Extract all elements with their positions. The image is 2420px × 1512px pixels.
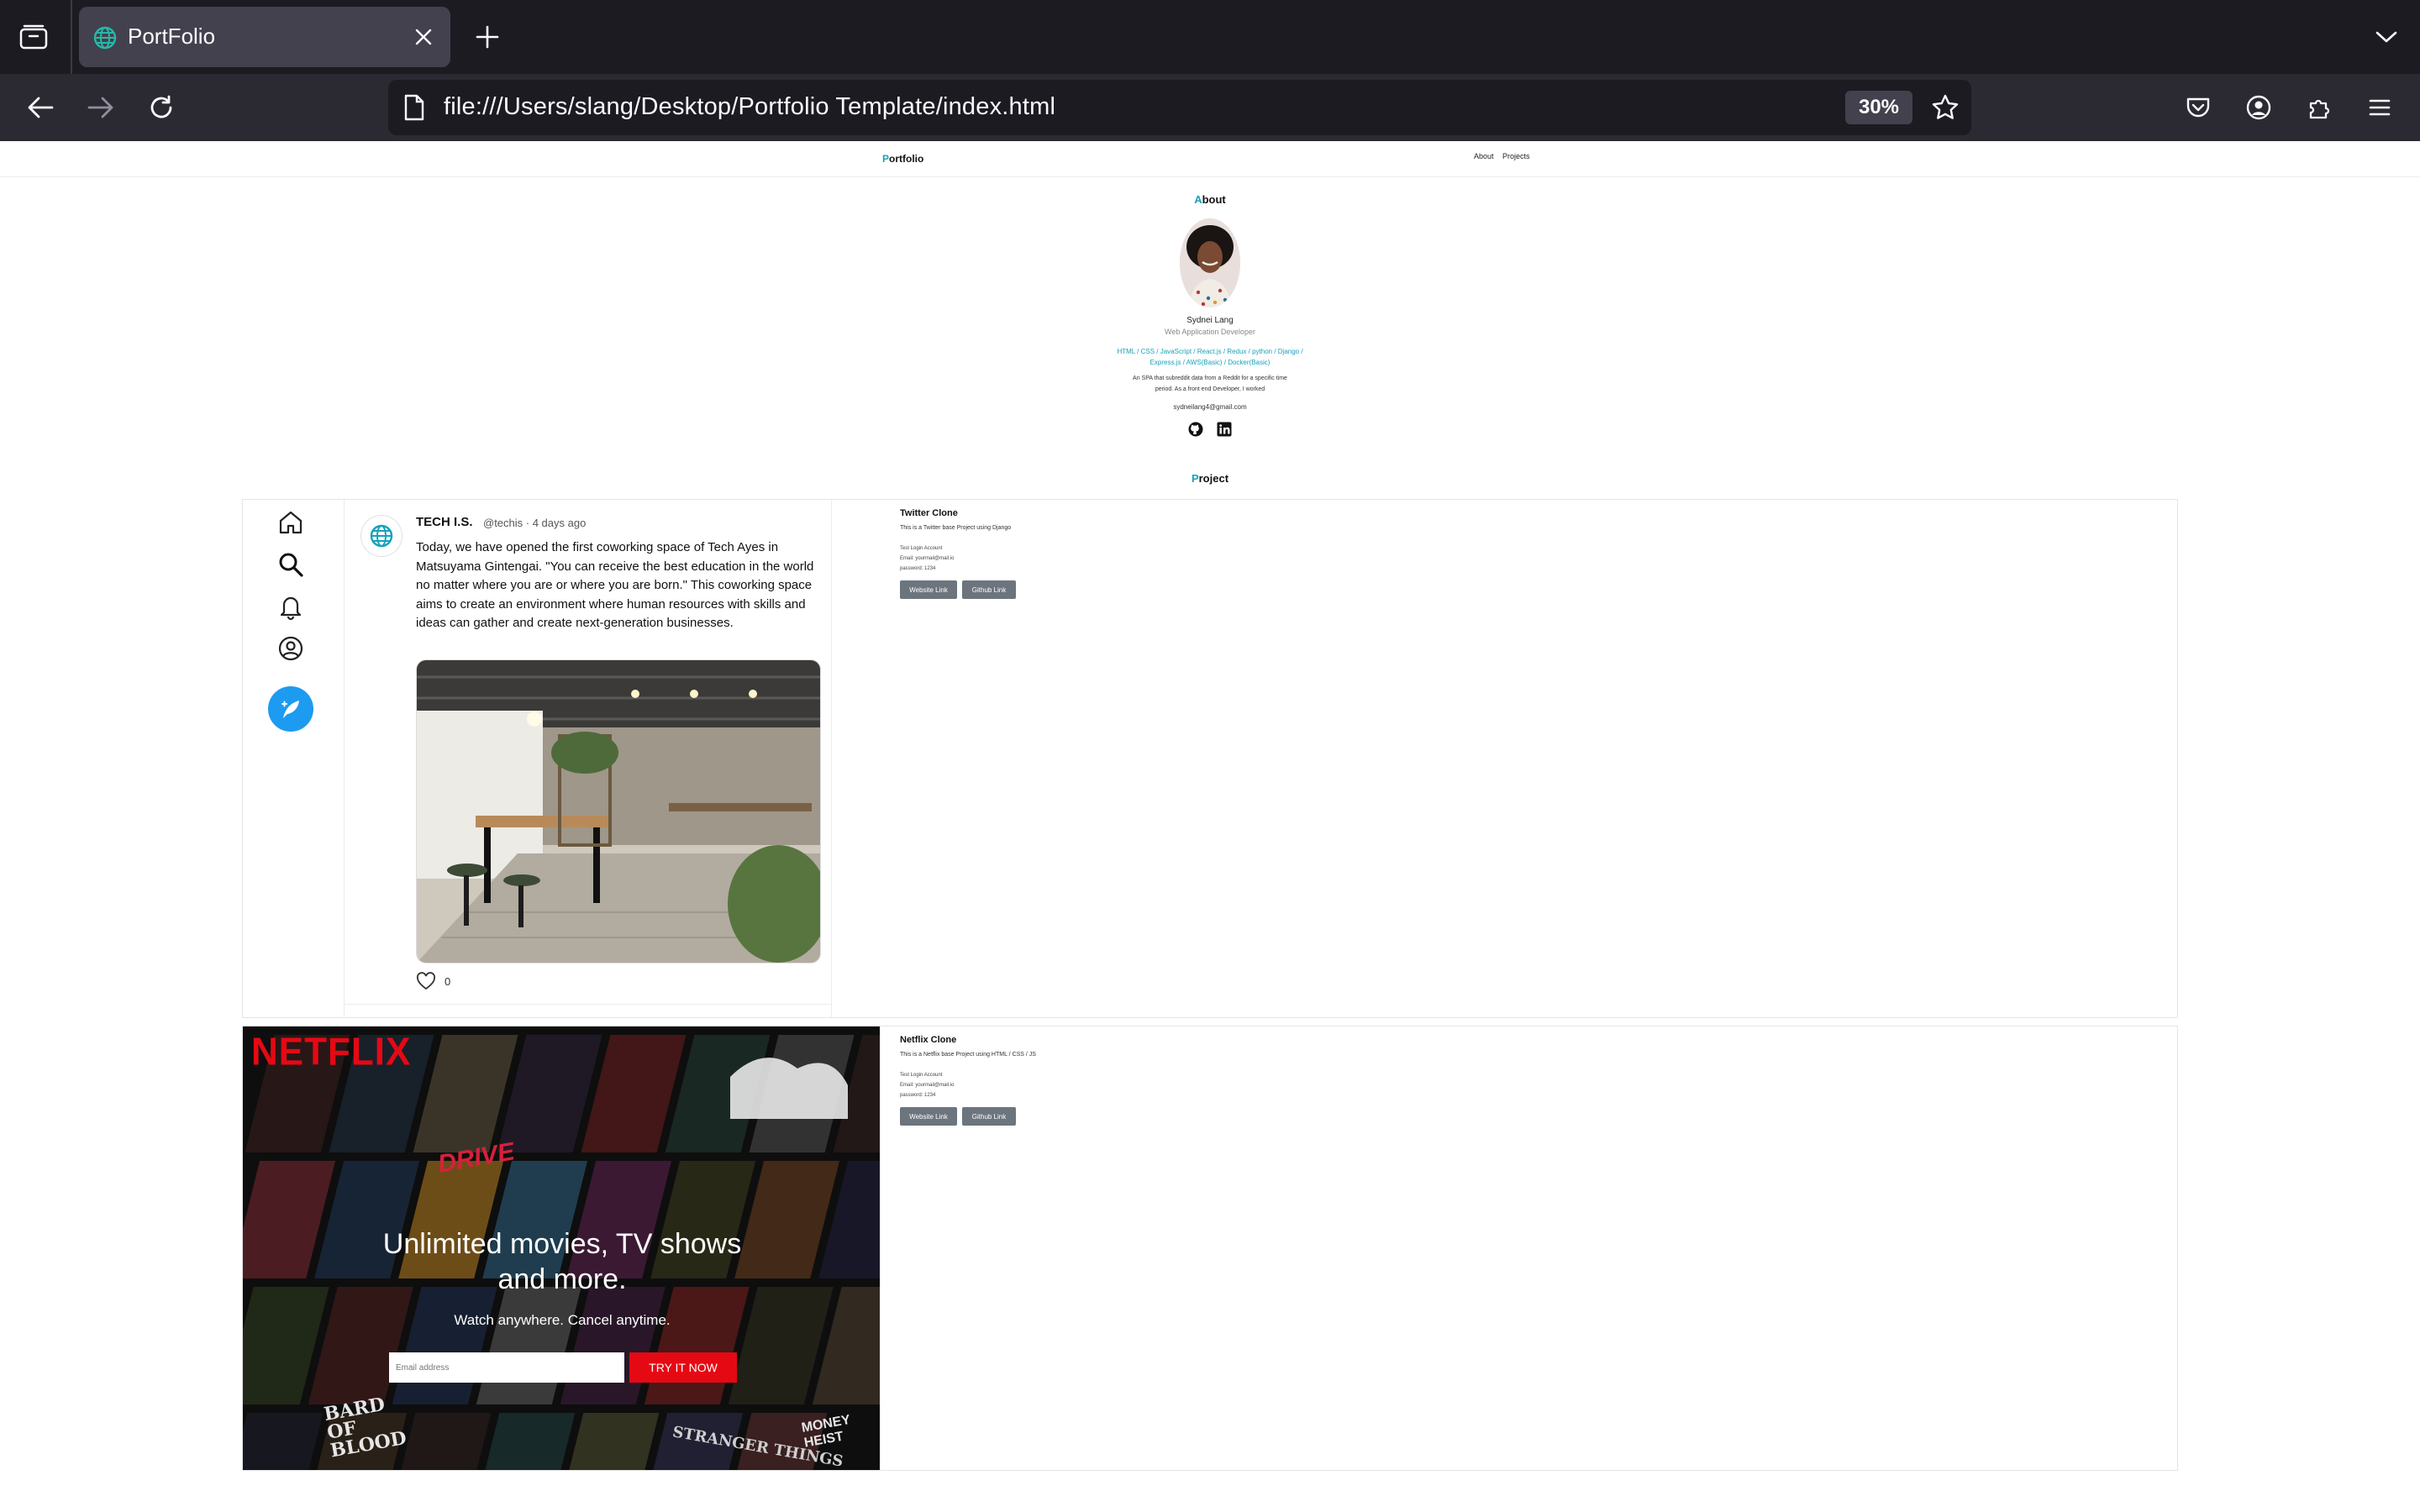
login-email: Email: yourmail@mail.io xyxy=(900,556,955,561)
netflix-logo: NETFLIX xyxy=(251,1030,412,1074)
project-title: Twitter Clone xyxy=(900,508,958,518)
bio-line: period. As a front end Developer, I work… xyxy=(1155,386,1265,392)
project-login-info: Test Login Account Email: yourmail@mail.… xyxy=(900,543,954,574)
site-logo[interactable]: Portfolio xyxy=(882,153,923,165)
home-icon xyxy=(276,508,305,537)
login-password: password: 1234 xyxy=(900,1093,936,1098)
bell-icon xyxy=(276,592,305,621)
feather-compose-icon xyxy=(268,686,313,732)
tweet-divider xyxy=(344,1004,831,1005)
project-card-twitter: TECH I.S. @techis · 4 days ago Today, we… xyxy=(242,499,2178,1018)
website-link-button[interactable]: Website Link xyxy=(900,580,957,599)
netflix-headline: Unlimited movies, TV shows and more. xyxy=(382,1228,742,1295)
file-icon xyxy=(403,94,430,121)
project-login-info: Test Login Account Email: yourmail@mail.… xyxy=(900,1070,954,1100)
tab-list-icon[interactable] xyxy=(15,18,52,55)
globe-icon xyxy=(92,25,118,50)
login-label: Test Login Account xyxy=(900,546,943,551)
star-icon[interactable] xyxy=(1928,90,1963,125)
puzzle-piece-icon[interactable] xyxy=(2301,89,2338,126)
poster-title: BARD OF BLOOD xyxy=(322,1393,408,1462)
project-card-netflix: NETFLIX DRIVE BARD OF BLOOD MONEY HEIST … xyxy=(242,1026,2178,1471)
twitter-feed: TECH I.S. @techis · 4 days ago Today, we… xyxy=(344,500,832,1017)
page-viewport: Portfolio About Projects About Sydnei La… xyxy=(0,143,2420,1512)
url-text[interactable]: file:///Users/slang/Desktop/Portfolio Te… xyxy=(444,93,1055,121)
tweet-handle: @techis · 4 days ago xyxy=(483,517,587,529)
netflix-preview-image: NETFLIX DRIVE BARD OF BLOOD MONEY HEIST … xyxy=(243,1026,880,1470)
forward-arrow-icon[interactable] xyxy=(81,87,121,128)
heart-icon xyxy=(416,972,436,990)
profile-skills: HTML / CSS / JavaScript / React.js / Red… xyxy=(1101,346,1319,368)
project-heading: Project xyxy=(1191,472,1229,485)
bio-line: An SPA that subreddit data from a Reddit… xyxy=(1133,375,1287,381)
profile-name: Sydnei Lang xyxy=(1186,316,1234,325)
profile-email: sydneilang4@gmail.com xyxy=(1173,403,1247,411)
profile-icon xyxy=(276,634,305,663)
project-description: This is a Netflix base Project using HTM… xyxy=(900,1052,1036,1058)
github-icon[interactable] xyxy=(1188,422,1203,437)
tab-separator xyxy=(71,0,72,74)
close-icon[interactable] xyxy=(408,22,439,52)
tab-title: PortFolio xyxy=(128,24,216,49)
login-label: Test Login Account xyxy=(900,1073,943,1078)
profile-role: Web Application Developer xyxy=(1165,328,1255,336)
like-count: 0 xyxy=(445,975,451,988)
login-email: Email: yourmail@mail.io xyxy=(900,1083,955,1088)
project-description: This is a Twitter base Project using Dja… xyxy=(900,525,1012,531)
project-title: Netflix Clone xyxy=(900,1035,957,1045)
back-arrow-icon[interactable] xyxy=(20,87,60,128)
skills-line: HTML / CSS / JavaScript / React.js / Red… xyxy=(1117,348,1303,355)
login-password: password: 1234 xyxy=(900,566,936,571)
tab-bar: PortFolio xyxy=(0,0,2420,74)
account-icon[interactable] xyxy=(2240,89,2277,126)
profile-bio: An SPA that subreddit data from a Reddit… xyxy=(1109,373,1311,395)
skills-line: Express.js / AWS(Basic) / Docker(Basic) xyxy=(1150,359,1270,366)
globe-icon xyxy=(360,515,402,557)
twitter-preview-image: TECH I.S. @techis · 4 days ago Today, we… xyxy=(243,500,832,1017)
browser-chrome: PortFolio file:///Users/slang/Desktop/Po… xyxy=(0,0,2420,141)
plus-icon[interactable] xyxy=(469,18,506,55)
about-heading: About xyxy=(1194,193,1226,206)
search-icon xyxy=(276,550,305,579)
tweet-text: Today, we have opened the first coworkin… xyxy=(416,540,814,631)
site-header: Portfolio About Projects xyxy=(0,143,2420,177)
netflix-subline: Watch anywhere. Cancel anytime. xyxy=(454,1312,671,1328)
zoom-level-badge[interactable]: 30% xyxy=(1845,91,1912,124)
linkedin-icon[interactable] xyxy=(1217,422,1232,437)
github-link-button[interactable]: Github Link xyxy=(962,580,1016,599)
nav-link-about[interactable]: About xyxy=(1474,152,1494,160)
tab-portfolio[interactable]: PortFolio xyxy=(79,7,450,67)
hamburger-menu-icon[interactable] xyxy=(2361,89,2398,126)
netflix-try-button: TRY IT NOW xyxy=(629,1352,737,1383)
reload-icon[interactable] xyxy=(141,87,182,128)
github-link-button[interactable]: Github Link xyxy=(962,1107,1016,1126)
url-bar[interactable]: file:///Users/slang/Desktop/Portfolio Te… xyxy=(388,80,1971,135)
nav-link-projects[interactable]: Projects xyxy=(1502,152,1530,160)
tweet-author: TECH I.S. xyxy=(416,515,473,529)
website-link-button[interactable]: Website Link xyxy=(900,1107,957,1126)
chevron-down-icon[interactable] xyxy=(2368,18,2405,55)
coworking-space-photo xyxy=(416,659,821,963)
navigation-toolbar: file:///Users/slang/Desktop/Portfolio Te… xyxy=(0,74,2420,141)
twitter-sidebar xyxy=(243,500,345,1017)
avatar xyxy=(1180,218,1240,307)
pocket-icon[interactable] xyxy=(2180,89,2217,126)
netflix-email-input xyxy=(389,1352,624,1383)
